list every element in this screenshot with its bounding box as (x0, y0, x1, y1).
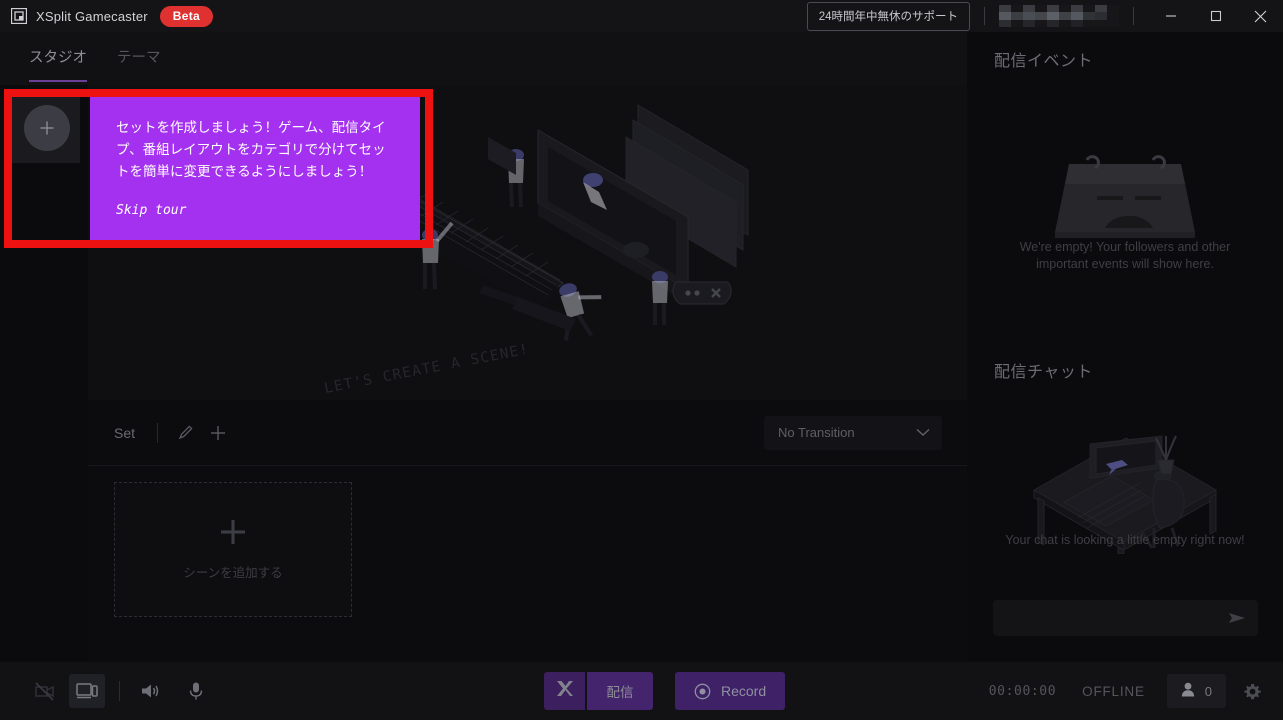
set-strip (0, 85, 88, 662)
stream-timer: 00:00:00 (988, 683, 1057, 699)
plus-icon (219, 518, 247, 551)
beta-badge: Beta (159, 5, 213, 27)
viewer-count-value: 0 (1204, 683, 1212, 699)
tab-studio[interactable]: スタジオ (29, 46, 87, 82)
tab-theme[interactable]: テーマ (117, 46, 161, 80)
app-window: XSplit Gamecaster Beta 24時間年中無休のサポート スタジ… (0, 0, 1283, 720)
chat-input[interactable] (993, 600, 1233, 634)
stream-events-title: 配信イベント (994, 53, 1094, 70)
bottom-toolbar: 配信 Record 00:00:00 OFFLINE 0 (0, 662, 1283, 720)
sad-calendar-icon (1049, 150, 1201, 245)
close-button[interactable] (1238, 0, 1283, 32)
microphone-icon[interactable] (178, 674, 214, 708)
chevron-down-icon (916, 425, 930, 440)
xsplit-logo-icon (11, 8, 27, 24)
set-toolbar-divider (157, 422, 159, 443)
onboarding-tooltip[interactable]: セットを作成しましょう！ゲーム、配信タイプ、番組レイアウトをカテゴリで分けてセッ… (90, 96, 420, 240)
xsplit-x-icon (555, 680, 574, 702)
stream-chat-empty-text: Your chat is looking a little empty righ… (1005, 533, 1245, 547)
title-bar: XSplit Gamecaster Beta 24時間年中無休のサポート (0, 0, 1283, 32)
add-set-icon[interactable] (209, 424, 227, 442)
set-toolbar: Set No Transition (88, 400, 967, 466)
camera-off-icon[interactable] (26, 674, 62, 708)
app-title: XSplit Gamecaster (36, 8, 148, 24)
add-scene-label: シーンを追加する (183, 566, 283, 580)
transition-value: No Transition (778, 425, 855, 440)
stream-button[interactable]: 配信 (587, 672, 653, 710)
stream-status-group: 00:00:00 OFFLINE 0 (989, 662, 1283, 720)
add-scene-button[interactable]: シーンを追加する (114, 482, 352, 617)
isometric-desk-scene-illustration (382, 85, 808, 390)
stream-chat-title: 配信チャット (994, 364, 1093, 381)
support-button[interactable]: 24時間年中無休のサポート (806, 1, 970, 31)
stream-controls: 配信 Record (544, 672, 786, 710)
transition-dropdown[interactable]: No Transition (764, 415, 942, 450)
record-button-label: Record (721, 683, 767, 699)
status-badge: OFFLINE (1082, 683, 1145, 699)
account-name-redacted[interactable] (999, 5, 1119, 27)
send-icon[interactable] (1228, 610, 1246, 631)
scene-list-area: シーンを追加する (88, 466, 967, 662)
right-sidebar: 配信イベント We're empty! Your followers and o… (967, 32, 1283, 662)
gear-icon[interactable] (1244, 683, 1261, 700)
record-button[interactable]: Record (675, 672, 786, 710)
xsplit-x-button[interactable] (544, 672, 585, 710)
titlebar-divider-2 (1133, 7, 1134, 25)
set-label: Set (114, 424, 136, 441)
skip-tour-link[interactable]: Skip tour (116, 203, 397, 218)
tooltip-body: セットを作成しましょう！ゲーム、配信タイプ、番組レイアウトをカテゴリで分けてセッ… (116, 120, 386, 179)
viewer-count-badge[interactable]: 0 (1166, 674, 1226, 708)
bottom-toolbar-divider (119, 681, 120, 701)
person-icon (1181, 682, 1195, 700)
set-add-thumbnail[interactable] (10, 93, 80, 163)
titlebar-divider-1 (984, 7, 985, 25)
maximize-button[interactable] (1193, 0, 1238, 32)
screen-capture-icon[interactable] (69, 674, 105, 708)
plus-icon[interactable] (24, 105, 70, 151)
minimize-button[interactable] (1148, 0, 1193, 32)
speaker-icon[interactable] (132, 674, 168, 708)
stream-events-empty-text: We're empty! Your followers and other im… (1019, 240, 1231, 271)
record-dot-icon (694, 683, 711, 700)
chat-input-container[interactable] (993, 600, 1258, 636)
pencil-icon[interactable] (177, 424, 194, 441)
